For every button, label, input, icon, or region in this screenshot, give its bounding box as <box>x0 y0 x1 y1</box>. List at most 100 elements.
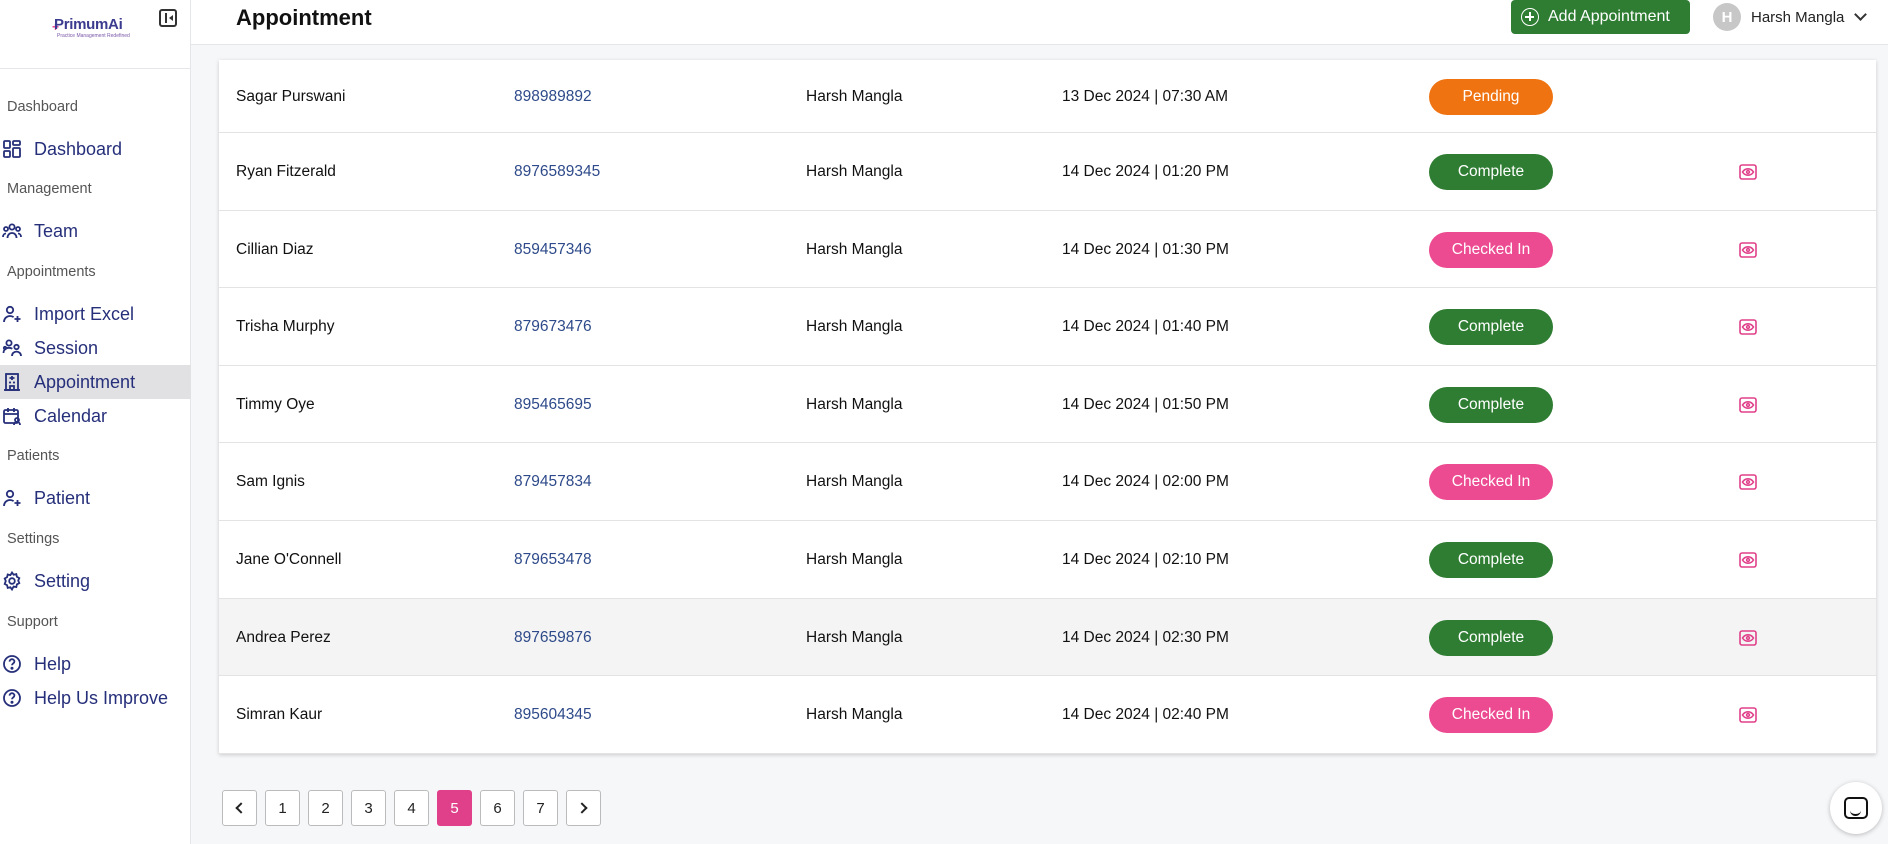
pagination-page-button[interactable]: 5 <box>437 790 472 826</box>
brand-divider <box>0 68 191 69</box>
status-badge[interactable]: Checked In <box>1429 231 1553 268</box>
status-badge[interactable]: Complete <box>1429 386 1553 423</box>
view-eye-icon[interactable] <box>1739 552 1757 568</box>
patient-phone-link[interactable]: 8976589345 <box>514 163 600 181</box>
patient-phone-link[interactable]: 879653478 <box>514 551 592 569</box>
table-row[interactable]: Sagar Purswani 898989892 Harsh Mangla 13 De… <box>219 60 1876 133</box>
calendar-user-icon <box>2 406 22 426</box>
add-appointment-label: Add Appointment <box>1548 8 1670 25</box>
view-eye-icon[interactable] <box>1739 241 1757 258</box>
patient-phone-link[interactable]: 895604345 <box>514 706 592 724</box>
patient-name: Ryan Fitzerald <box>236 163 336 180</box>
view-eye-icon[interactable] <box>1739 629 1757 646</box>
table-row[interactable]: Cillian Diaz 859457346 Harsh Mangla 14 Dec … <box>219 211 1876 288</box>
table-row[interactable]: Simran Kaur 895604345 Harsh Mangla 14 Dec 2… <box>219 676 1876 754</box>
patient-phone-link[interactable]: 895465695 <box>514 396 592 414</box>
appointment-datetime: 14 Dec 2024 | 02:10 PM <box>1062 551 1229 568</box>
status-badge[interactable]: Checked In <box>1429 697 1553 733</box>
view-eye-icon[interactable] <box>1739 319 1757 335</box>
brand-logo[interactable]: + PrimumAi Practice Management Redefined <box>52 16 130 42</box>
patient-name: Cillian Diaz <box>236 240 314 258</box>
status-badge[interactable]: Complete <box>1429 619 1553 656</box>
appointment-datetime: 14 Dec 2024 | 02:40 PM <box>1062 706 1229 723</box>
chevron-left-icon <box>235 802 247 814</box>
sidebar-item-dashboard[interactable]: Dashboard <box>0 132 191 166</box>
patient-phone-link[interactable]: 879673476 <box>514 318 592 336</box>
doctor-name: Harsh Mangla <box>806 551 903 568</box>
brand-name: PrimumAi <box>54 16 123 33</box>
status-badge[interactable]: Complete <box>1429 154 1553 190</box>
sidebar-item-label: Team <box>34 220 79 241</box>
chat-launcher-button[interactable] <box>1830 782 1882 834</box>
sidebar-item-team[interactable]: Team <box>0 214 191 248</box>
status-badge[interactable]: Checked In <box>1429 464 1553 500</box>
patient-name: Simran Kaur <box>236 706 323 723</box>
patient-phone-link[interactable]: 897659876 <box>514 629 592 647</box>
sidebar-item-patient[interactable]: Patient <box>0 481 191 515</box>
sidebar-item-appointment[interactable]: Appointment <box>0 365 191 399</box>
pagination-page-button[interactable]: 4 <box>394 790 429 826</box>
pagination-prev-button[interactable] <box>222 790 257 826</box>
pagination-page-button[interactable]: 3 <box>351 790 386 826</box>
plus-circle-icon <box>1521 8 1539 26</box>
sidebar-item-calendar[interactable]: Calendar <box>0 399 191 433</box>
sidebar-item-session[interactable]: Session <box>0 331 191 365</box>
appointment-datetime: 14 Dec 2024 | 02:30 PM <box>1062 628 1229 646</box>
appointment-datetime: 14 Dec 2024 | 01:20 PM <box>1062 163 1229 180</box>
view-eye-icon[interactable] <box>1739 396 1757 413</box>
status-badge[interactable]: Pending <box>1429 78 1553 115</box>
pagination-page-button[interactable]: 2 <box>308 790 343 826</box>
pagination-page-button[interactable]: 1 <box>265 790 300 826</box>
pagination-page-button[interactable]: 7 <box>523 790 558 826</box>
patient-name: Andrea Perez <box>236 628 331 646</box>
top-header: Appointment Add Appointment H Harsh Mang… <box>191 0 1888 45</box>
status-badge[interactable]: Complete <box>1429 542 1553 578</box>
brand-tagline: Practice Management Redefined <box>57 33 130 39</box>
patient-phone-link[interactable]: 859457346 <box>514 241 592 259</box>
doctor-name: Harsh Mangla <box>806 163 903 180</box>
table-row[interactable]: Ryan Fitzerald 8976589345 Harsh Mangla 14 D… <box>219 133 1876 211</box>
help-circle-icon <box>2 688 22 708</box>
dashboard-grid-icon <box>2 139 22 159</box>
section-label-5: Support <box>7 614 58 630</box>
sidebar: + PrimumAi Practice Management Redefined… <box>0 0 191 844</box>
view-eye-icon[interactable] <box>1739 164 1757 180</box>
patient-name: Sam Ignis <box>236 473 305 490</box>
team-icon <box>2 221 22 241</box>
pagination: 1234567 <box>222 790 609 826</box>
patient-name: Timmy Oye <box>236 395 315 413</box>
sidebar-item-import-excel[interactable]: Import Excel <box>0 297 191 331</box>
sidebar-item-label: Import Excel <box>34 303 135 324</box>
table-row[interactable]: Sam Ignis 879457834 Harsh Mangla 14 Dec 202… <box>219 443 1876 521</box>
sidebar-item-help[interactable]: Help <box>0 647 191 681</box>
appointment-datetime: 14 Dec 2024 | 01:50 PM <box>1062 395 1229 413</box>
sidebar-collapse-icon[interactable] <box>159 9 177 27</box>
table-row[interactable]: Trisha Murphy 879673476 Harsh Mangla 14 Dec… <box>219 288 1876 366</box>
patient-name: Sagar Purswani <box>236 87 346 105</box>
gear-icon <box>2 571 22 591</box>
patient-name: Jane O'Connell <box>236 551 342 568</box>
users-icon <box>2 338 22 358</box>
view-eye-icon[interactable] <box>1739 474 1757 490</box>
section-label-3: Patients <box>7 448 60 464</box>
user-menu[interactable]: H Harsh Mangla <box>1713 3 1868 31</box>
pagination-next-button[interactable] <box>566 790 601 826</box>
table-row[interactable]: Timmy Oye 895465695 Harsh Mangla 14 Dec 202… <box>219 366 1876 443</box>
sidebar-item-setting[interactable]: Setting <box>0 564 191 598</box>
doctor-name: Harsh Mangla <box>806 395 903 413</box>
table-row[interactable]: Andrea Perez 897659876 Harsh Mangla 14 Dec … <box>219 599 1876 676</box>
view-eye-icon[interactable] <box>1739 707 1757 723</box>
sidebar-item-label: Appointment <box>34 371 136 392</box>
building-icon <box>2 372 22 392</box>
table-row[interactable]: Jane O'Connell 879653478 Harsh Mangla 14 De… <box>219 521 1876 599</box>
pagination-page-button[interactable]: 6 <box>480 790 515 826</box>
avatar: H <box>1713 3 1741 31</box>
status-badge[interactable]: Complete <box>1429 309 1553 345</box>
sidebar-item-label: Patient <box>34 487 91 508</box>
add-appointment-button[interactable]: Add Appointment <box>1511 0 1690 34</box>
doctor-name: Harsh Mangla <box>806 473 903 490</box>
chevron-right-icon <box>576 802 588 814</box>
patient-phone-link[interactable]: 898989892 <box>514 88 592 106</box>
sidebar-item-help-us-improve[interactable]: Help Us Improve <box>0 681 191 715</box>
patient-phone-link[interactable]: 879457834 <box>514 473 592 491</box>
